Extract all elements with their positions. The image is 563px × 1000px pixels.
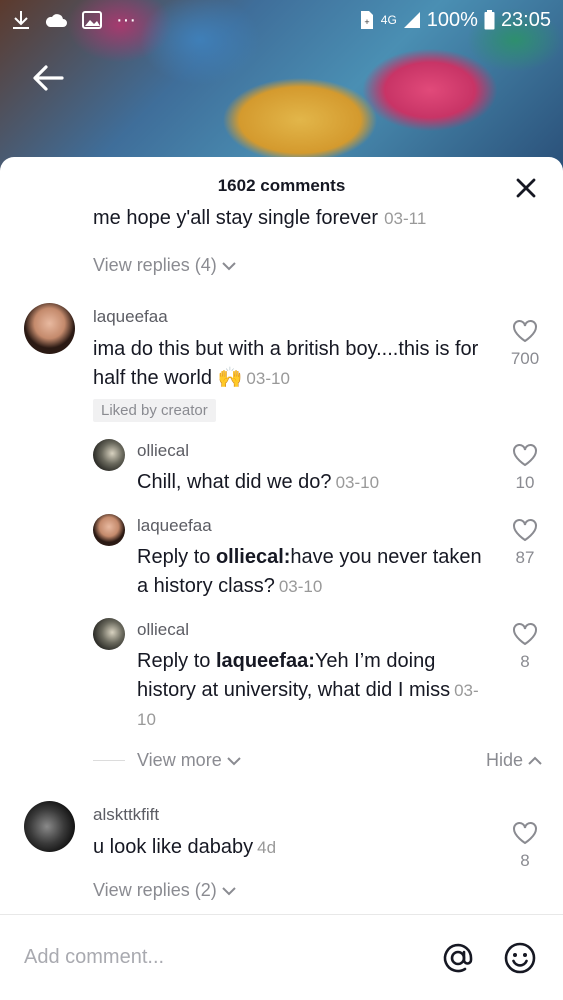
- comment-time: 03-10: [246, 369, 290, 388]
- reply-username[interactable]: olliecal: [137, 441, 189, 461]
- avatar[interactable]: [24, 801, 75, 852]
- comment-time: 4d: [257, 838, 277, 857]
- sheet-header: 1602 comments: [0, 157, 563, 215]
- comments-list[interactable]: me hope y'all stay single forever 03-11 V…: [0, 209, 563, 914]
- sim-icon: +: [359, 10, 375, 30]
- more-notifications: ···: [116, 8, 136, 31]
- signal-icon: [403, 11, 421, 29]
- avatar[interactable]: [24, 303, 75, 354]
- view-replies-label: View replies (4): [93, 255, 217, 275]
- comment-username[interactable]: alskttkfift: [93, 805, 159, 825]
- like-button[interactable]: 8: [505, 622, 545, 672]
- svg-text:+: +: [364, 17, 369, 27]
- like-button[interactable]: 87: [505, 518, 545, 568]
- emoji-button[interactable]: [501, 939, 539, 977]
- like-count: 700: [510, 349, 540, 368]
- at-sign-icon: [443, 943, 473, 972]
- chevron-up-icon: [528, 756, 542, 765]
- heart-icon: [513, 444, 537, 467]
- comment-username[interactable]: laqueefaa: [93, 307, 168, 327]
- back-button[interactable]: [28, 58, 68, 98]
- avatar[interactable]: [93, 514, 125, 546]
- heart-icon: [513, 623, 537, 646]
- chevron-down-icon: [222, 886, 236, 895]
- comments-count: 1602 comments: [217, 176, 346, 195]
- clock: 23:05: [500, 8, 551, 31]
- hide-label: Hide: [485, 750, 523, 770]
- comment-text: ima do this but with a british boy....th…: [93, 335, 493, 393]
- reply-mention[interactable]: olliecal:: [216, 546, 290, 568]
- view-replies-label: View replies (2): [93, 880, 217, 900]
- like-button[interactable]: 700: [505, 319, 545, 369]
- reply-text: Chill, what did we do? 03-10: [137, 468, 487, 497]
- back-arrow-icon: [33, 65, 64, 91]
- reply-body: Chill, what did we do?: [137, 471, 332, 493]
- like-count: 10: [515, 473, 535, 492]
- partial-comment-body: me hope y'all stay single forever: [93, 209, 379, 229]
- reply-time: 03-10: [335, 473, 380, 492]
- like-count: 87: [515, 548, 535, 567]
- view-replies-button[interactable]: View replies (2): [93, 880, 237, 901]
- like-count: 8: [520, 851, 530, 870]
- partial-comment-text: me hope y'all stay single forever 03-11: [93, 209, 426, 230]
- comments-sheet: 1602 comments me hope y'all stay single …: [0, 157, 563, 1000]
- battery-percent: 100%: [426, 8, 478, 31]
- cloud-icon: [44, 12, 68, 28]
- close-icon: [516, 178, 536, 198]
- partial-comment-time: 03-11: [384, 209, 427, 228]
- reply-prefix: Reply to: [137, 546, 216, 568]
- reply-username[interactable]: laqueefaa: [137, 516, 212, 536]
- liked-by-creator-badge: Liked by creator: [93, 399, 216, 422]
- view-replies-button[interactable]: View replies (4): [93, 255, 237, 276]
- like-button[interactable]: 10: [505, 443, 545, 493]
- reply-mention[interactable]: laqueefaa:: [216, 650, 315, 672]
- avatar[interactable]: [93, 439, 125, 471]
- gallery-icon: [82, 11, 102, 29]
- heart-icon: [513, 320, 537, 343]
- reply-text: Reply to laqueefaa:Yeh I’m doing history…: [137, 647, 482, 734]
- hide-button[interactable]: Hide: [486, 750, 543, 771]
- smiley-icon: [504, 942, 536, 973]
- chevron-down-icon: [222, 261, 236, 270]
- reply-prefix: Reply to: [137, 650, 216, 672]
- heart-icon: [513, 519, 537, 542]
- mention-button[interactable]: [439, 939, 477, 977]
- status-bar: ··· + 4G 100% 23:05: [0, 0, 563, 40]
- comment-text: u look like dababy 4d: [93, 833, 493, 862]
- like-button[interactable]: 8: [505, 821, 545, 871]
- view-more-label: View more: [137, 750, 222, 770]
- heart-icon: [513, 822, 537, 845]
- download-icon: [12, 10, 30, 30]
- thread-controls: View more Hide: [93, 750, 543, 771]
- chevron-down-icon: [226, 756, 241, 765]
- reply-time: 03-10: [278, 577, 323, 596]
- like-count: 8: [520, 652, 530, 671]
- battery-icon: [484, 10, 495, 30]
- avatar[interactable]: [93, 618, 125, 650]
- reply-text: Reply to olliecal:have you never taken a…: [137, 543, 487, 601]
- network-type: 4G: [380, 13, 397, 27]
- view-more-button[interactable]: View more: [137, 750, 242, 771]
- comment-body: u look like dababy: [93, 836, 254, 858]
- divider: [93, 760, 125, 761]
- comment-input-bar: Add comment...: [0, 914, 563, 1000]
- reply-username[interactable]: olliecal: [137, 620, 189, 640]
- add-comment-input[interactable]: Add comment...: [24, 946, 439, 969]
- close-button[interactable]: [513, 175, 539, 201]
